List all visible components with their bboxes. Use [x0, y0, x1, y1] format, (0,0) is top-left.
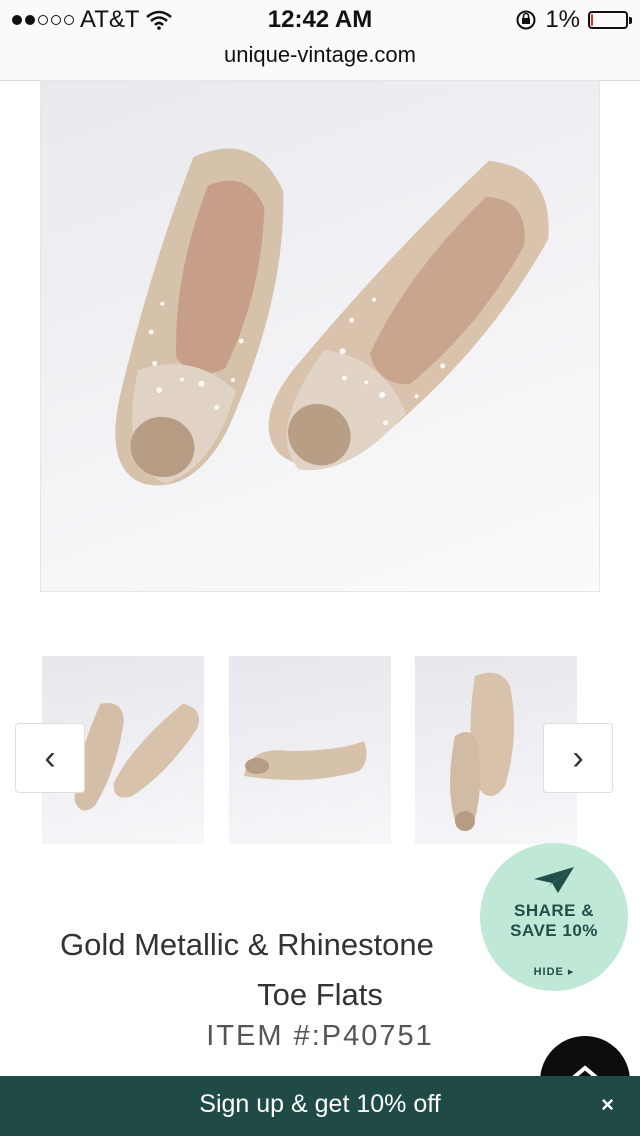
- previous-image-button[interactable]: ‹: [15, 723, 85, 793]
- battery-icon: [588, 11, 632, 29]
- thumbnail-photo: [244, 741, 367, 780]
- chevron-left-icon: ‹: [44, 738, 56, 777]
- page: AT&T 12:42 AM 1% unique-vintage.com ‹ › …: [0, 0, 640, 1136]
- shoe-photo: [115, 148, 549, 486]
- next-image-button[interactable]: ›: [543, 723, 613, 793]
- share-badge-line-2: SAVE 10%: [510, 921, 598, 940]
- orientation-lock-icon: [516, 10, 536, 30]
- battery-level: [591, 14, 593, 26]
- main-product-image[interactable]: [40, 80, 600, 592]
- paper-plane-icon: [534, 867, 574, 893]
- hide-badge-link[interactable]: HIDE ▸: [480, 965, 628, 978]
- status-right: 1%: [515, 6, 632, 34]
- thumbnail-2[interactable]: [229, 656, 391, 844]
- battery-percent: 1%: [545, 6, 580, 33]
- share-badge-line-1: SHARE &: [513, 901, 594, 920]
- close-icon[interactable]: ×: [601, 1092, 614, 1118]
- status-bar: AT&T 12:42 AM 1%: [0, 0, 640, 40]
- chevron-right-icon: ›: [572, 738, 584, 777]
- address-bar[interactable]: unique-vintage.com: [0, 40, 640, 81]
- share-and-save-badge[interactable]: SHARE & SAVE 10% HIDE ▸: [480, 843, 628, 991]
- signup-banner-text[interactable]: Sign up & get 10% off: [0, 1090, 640, 1119]
- signup-banner[interactable]: Sign up & get 10% off ×: [0, 1076, 640, 1136]
